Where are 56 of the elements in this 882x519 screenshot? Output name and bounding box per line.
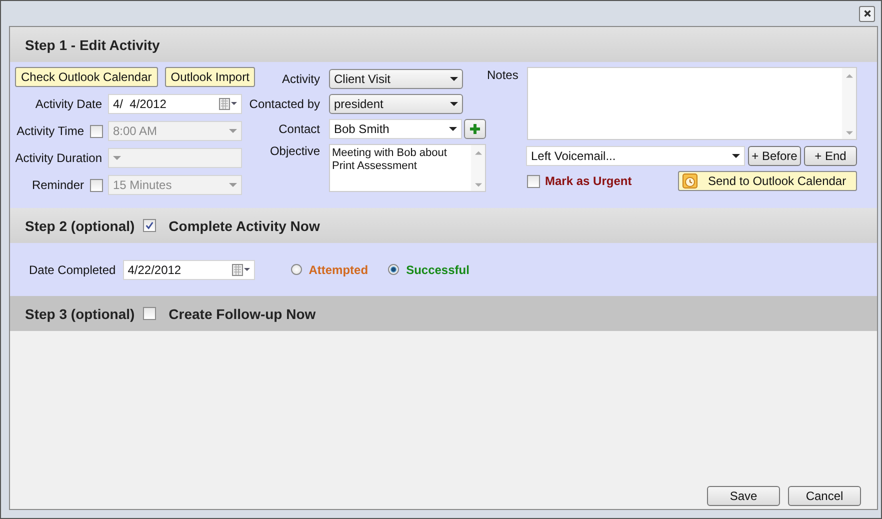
calendar-icon <box>219 98 237 110</box>
caret-icon <box>450 102 458 106</box>
dropdown-field[interactable]: Left Voicemail... <box>526 146 745 166</box>
scroll-down-icon[interactable] <box>474 183 482 187</box>
dialog-button[interactable]: Save <box>707 486 780 506</box>
checkbox-label: Create Follow-up Now <box>168 306 316 322</box>
caret-icon <box>229 129 237 133</box>
section-title: Step 1 - Edit Activity <box>25 36 160 52</box>
caret-icon <box>450 77 458 81</box>
checkbox[interactable] <box>142 219 156 232</box>
checkbox[interactable] <box>142 307 156 320</box>
plus-icon <box>469 123 481 135</box>
radio-button[interactable] <box>388 264 400 275</box>
field-label: Activity Time <box>16 124 85 138</box>
dropdown-field[interactable]: Client Visit <box>329 69 463 89</box>
scroll-down-icon[interactable] <box>846 131 852 135</box>
outlook-button[interactable]: Outlook Import <box>164 67 256 87</box>
radio-label: Attempted <box>308 262 368 276</box>
dropdown-field[interactable]: president <box>329 94 463 114</box>
field-label: Contacted by <box>248 97 321 111</box>
checkbox-label: Mark as Urgent <box>545 174 632 188</box>
calendar-icon <box>232 264 250 276</box>
insert-button[interactable]: + Before <box>748 146 801 166</box>
dialog-button[interactable]: Cancel <box>788 486 861 506</box>
caret-icon <box>229 183 237 187</box>
outlook-button[interactable]: Check Outlook Calendar <box>15 67 158 87</box>
field-label: Notes <box>486 67 520 84</box>
scrollbar[interactable] <box>842 68 856 139</box>
field-label: Contact <box>278 122 321 136</box>
calendar-clock-icon <box>682 173 698 189</box>
field-label: Activity Date <box>34 97 103 111</box>
add-button[interactable] <box>464 119 486 139</box>
close-button[interactable] <box>859 6 875 22</box>
close-icon <box>862 9 872 18</box>
dropdown-field[interactable]: Bob Smith <box>329 119 462 139</box>
section-title: Step 2 (optional) <box>25 218 135 234</box>
radio-label: Successful <box>406 262 470 276</box>
date-picker[interactable]: 4/22/2012 <box>122 260 255 280</box>
scroll-up-icon[interactable] <box>474 151 482 155</box>
scroll-up-icon[interactable] <box>846 74 852 78</box>
scrollbar[interactable] <box>471 145 485 191</box>
section-title: Step 3 (optional) <box>25 306 135 322</box>
field-label: Reminder <box>30 178 85 192</box>
checkbox[interactable] <box>527 174 540 188</box>
radio-button[interactable] <box>290 264 302 275</box>
field-label: Date Completed <box>29 262 116 276</box>
insert-button[interactable]: + End <box>804 146 857 166</box>
date-picker[interactable]: 4/ 4/2012 <box>108 94 242 114</box>
caret-icon <box>449 127 457 131</box>
text-area[interactable]: Meeting with Bob about Print Assessment <box>329 144 486 192</box>
field-label: Objective <box>268 144 321 158</box>
caret-icon <box>113 156 121 160</box>
caret-icon <box>732 154 740 158</box>
checkbox-label: Complete Activity Now <box>168 218 320 234</box>
send-button[interactable]: Send to Outlook Calendar <box>678 171 857 191</box>
field-label: Activity Duration <box>15 151 103 165</box>
